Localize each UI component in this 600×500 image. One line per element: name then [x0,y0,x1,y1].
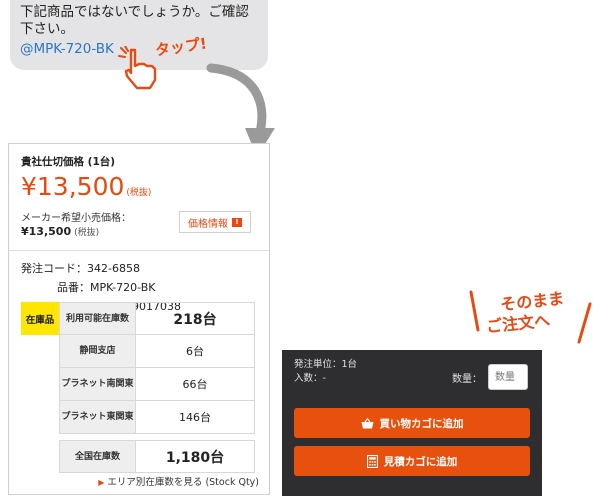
stock-row: プラネット南関東 66台 [21,368,255,401]
order-callout: そのまま ご注文へ [478,288,588,348]
stock-row: 在庫品 利用可能在庫数 218台 [21,302,255,335]
price-value: ¥13,500 [21,172,125,201]
product-panel: 貴社仕切価格 (1台) ¥13,500 (税抜) メーカー希望小売価格： ¥13,… [8,143,270,495]
code-row: 発注コード： 342-6858 [21,259,257,278]
order-panel: 発注単位：1台 入数：- 数量： 買い物カゴに追加 見積カゴに追加 [282,350,542,496]
pointing-hand-icon [118,46,157,90]
price-info-button[interactable]: 価格情報 ! [179,211,251,233]
msrp-row: メーカー希望小売価格： ¥13,500 (税抜) 価格情報 ! [21,209,257,243]
dealer-price: ¥13,500 (税抜) [21,173,257,207]
in-stock-badge: 在庫品 [21,302,59,335]
callout-line2: ご注文へ [485,310,551,337]
code-key: 発注コード [21,262,76,275]
stock-value: 146台 [135,401,255,434]
emphasis-line-icon [577,302,592,344]
msrp-price: ¥13,500 [21,225,72,238]
stock-total-value: 1,180台 [135,440,255,473]
code-value: MPK-720-BK [90,281,156,294]
add-to-quote-button[interactable]: 見積カゴに追加 [294,446,530,476]
stock-label: 静岡支店 [59,335,135,368]
price-tax-note: (税抜) [126,188,152,198]
code-key: 品番 [57,281,79,294]
triangle-right-icon: ▶ [98,478,105,487]
code-value: 342-6858 [87,262,140,275]
stock-table: 在庫品 利用可能在庫数 218台 静岡支店 6台 プラネット南関東 66台 プラ… [21,302,255,473]
stock-label: 利用可能在庫数 [59,302,135,335]
stock-row: 静岡支店 6台 [21,335,255,368]
area-stock-link[interactable]: ▶ エリア別在庫数を見る (Stock Qty) [98,474,259,488]
area-stock-link-label: エリア別在庫数を見る (Stock Qty) [107,477,259,488]
quantity-input[interactable] [488,364,528,390]
price-title: 貴社仕切価格 (1台) [21,156,116,168]
add-to-cart-button[interactable]: 買い物カゴに追加 [294,408,530,438]
stock-total-row: 全国在庫数 1,180台 [21,440,255,473]
quantity-label: 数量： [452,373,482,385]
stock-row: プラネット東関東 146台 [21,401,255,434]
calculator-icon [366,454,378,468]
stock-label: プラネット東関東 [59,401,135,434]
add-to-cart-label: 買い物カゴに追加 [379,417,464,430]
stock-value: 6台 [135,335,255,368]
divider [9,250,269,251]
stock-value: 66台 [135,368,255,401]
stock-value: 218台 [135,302,255,335]
code-row: 品番： MPK-720-BK [21,278,257,297]
price-info-label: 価格情報 [188,218,228,230]
add-to-quote-label: 見積カゴに追加 [383,455,458,468]
info-icon: ! [232,217,242,227]
chat-message: 下記商品ではないでしょうか。ご確認下さい。 [20,4,249,37]
quantity-group: 数量： [452,364,528,390]
stock-total-label: 全国在庫数 [59,440,135,473]
msrp-tax-note: (税抜) [74,228,100,238]
basket-icon [361,417,373,428]
stock-label: プラネット南関東 [59,368,135,401]
